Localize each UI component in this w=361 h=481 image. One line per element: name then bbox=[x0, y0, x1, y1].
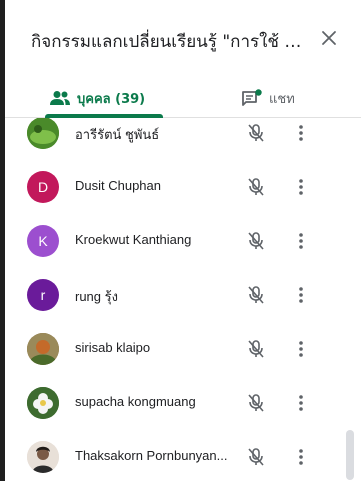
participant-row[interactable]: K Kroekwut Kanthiang bbox=[5, 214, 361, 268]
avatar bbox=[27, 333, 59, 365]
avatar-photo-icon bbox=[27, 118, 59, 149]
more-vert-icon bbox=[299, 395, 303, 411]
tab-chat-label: แชท bbox=[269, 91, 295, 107]
avatar: D bbox=[27, 171, 59, 203]
more-vert-icon bbox=[299, 287, 303, 303]
tab-people[interactable]: บุคคล (39) bbox=[49, 78, 145, 118]
mic-off-icon bbox=[248, 286, 264, 304]
mic-off-icon bbox=[248, 232, 264, 250]
avatar bbox=[27, 441, 59, 473]
mic-off-icon bbox=[248, 124, 264, 142]
avatar-photo-icon bbox=[27, 387, 59, 419]
mic-off-icon bbox=[248, 394, 264, 412]
participant-row[interactable]: D Dusit Chuphan bbox=[5, 160, 361, 214]
more-vert-icon bbox=[299, 179, 303, 195]
avatar bbox=[27, 118, 59, 149]
participant-name: supacha kongmuang bbox=[75, 394, 196, 409]
participant-name: Thaksakorn Pornbunyan... bbox=[75, 448, 228, 463]
avatar-initial: K bbox=[38, 233, 48, 249]
more-vert-icon bbox=[299, 449, 303, 465]
tab-chat[interactable]: แชท bbox=[241, 78, 295, 118]
more-vert-icon bbox=[299, 125, 303, 141]
avatar-photo-icon bbox=[27, 441, 59, 473]
participant-name: rung รุ้ง bbox=[75, 289, 118, 304]
mic-off-icon bbox=[248, 178, 264, 196]
participant-row[interactable]: อารีรัตน์ ชูพันธ์ bbox=[5, 118, 361, 160]
close-button[interactable] bbox=[315, 24, 343, 52]
chat-icon bbox=[242, 89, 262, 106]
participant-name: sirisab klaipo bbox=[75, 340, 151, 355]
panel-title: กิจกรรมแลกเปลี่ยนเรียนรู้ "การใช้ O... bbox=[31, 32, 306, 52]
avatar bbox=[27, 387, 59, 419]
avatar-initial: D bbox=[37, 179, 49, 195]
avatar: r bbox=[27, 279, 59, 311]
more-vert-icon bbox=[299, 233, 303, 249]
more-options-button[interactable] bbox=[291, 337, 311, 361]
tab-people-label: บุคคล (39) bbox=[77, 91, 146, 107]
participant-name: Kroekwut Kanthiang bbox=[75, 232, 192, 247]
more-options-button[interactable] bbox=[291, 121, 311, 145]
more-vert-icon bbox=[299, 341, 303, 357]
participant-list: อารีรัตน์ ชูพันธ์ D Dusit Chuphan K Kroe… bbox=[5, 118, 361, 481]
more-options-button[interactable] bbox=[291, 445, 311, 469]
more-options-button[interactable] bbox=[291, 175, 311, 199]
participant-row[interactable]: sirisab klaipo bbox=[5, 322, 361, 376]
more-options-button[interactable] bbox=[291, 283, 311, 307]
people-icon bbox=[50, 91, 70, 105]
panel-header: กิจกรรมแลกเปลี่ยนเรียนรู้ "การใช้ O... bbox=[5, 0, 361, 78]
participant-name: อารีรัตน์ ชูพันธ์ bbox=[75, 127, 160, 142]
participant-row[interactable]: supacha kongmuang bbox=[5, 376, 361, 430]
avatar-initial: r bbox=[40, 287, 46, 303]
avatar-photo-icon bbox=[27, 333, 59, 365]
participant-name: Dusit Chuphan bbox=[75, 178, 161, 193]
more-options-button[interactable] bbox=[291, 229, 311, 253]
close-icon bbox=[322, 31, 336, 45]
tab-bar: บุคคล (39) แชท bbox=[5, 78, 361, 118]
participant-row[interactable]: Thaksakorn Pornbunyan... bbox=[5, 430, 361, 481]
scrollbar-thumb[interactable] bbox=[346, 430, 354, 480]
avatar: K bbox=[27, 225, 59, 257]
mic-off-icon bbox=[248, 448, 264, 466]
mic-off-icon bbox=[248, 340, 264, 358]
participant-row[interactable]: r rung รุ้ง bbox=[5, 268, 361, 322]
more-options-button[interactable] bbox=[291, 391, 311, 415]
